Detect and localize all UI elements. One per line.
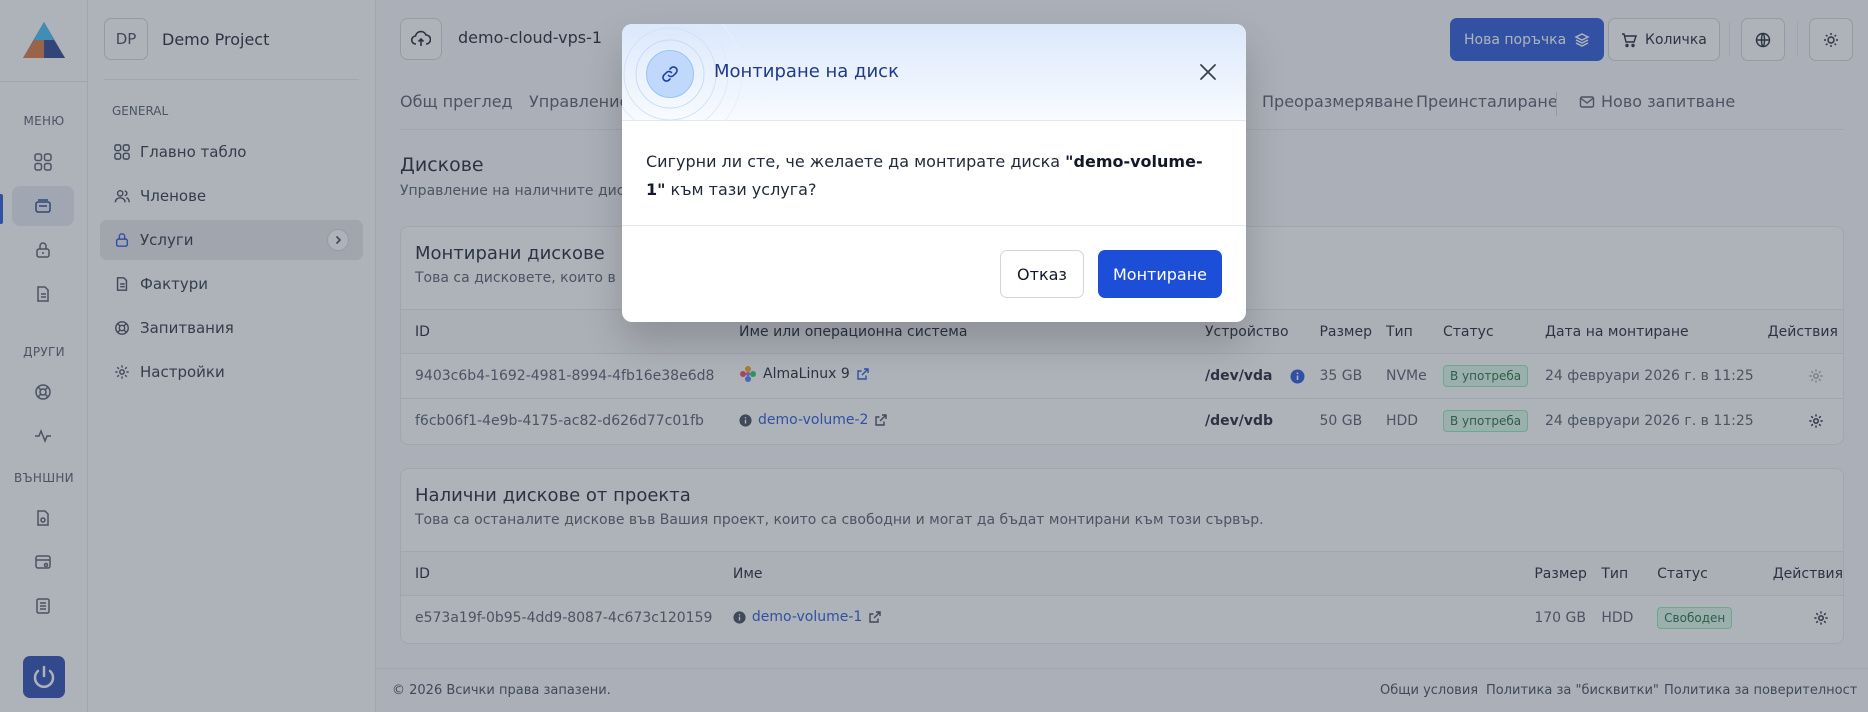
close-icon[interactable] <box>1196 60 1220 84</box>
mount-disk-dialog: Монтиране на диск Сигурни ли сте, че жел… <box>622 24 1246 322</box>
dialog-footer: Отказ Монтиране <box>622 225 1246 322</box>
cancel-button[interactable]: Отказ <box>1000 250 1084 298</box>
dialog-message: Сигурни ли сте, че желаете да монтирате … <box>646 148 1222 204</box>
mount-button[interactable]: Монтиране <box>1098 250 1222 298</box>
dialog-title: Монтиране на диск <box>714 61 899 82</box>
dialog-message-start: Сигурни ли сте, че желаете да монтирате … <box>646 152 1066 171</box>
link-icon <box>646 50 694 98</box>
dialog-message-end: към тази услуга? <box>665 180 817 199</box>
dialog-header: Монтиране на диск <box>622 24 1246 121</box>
